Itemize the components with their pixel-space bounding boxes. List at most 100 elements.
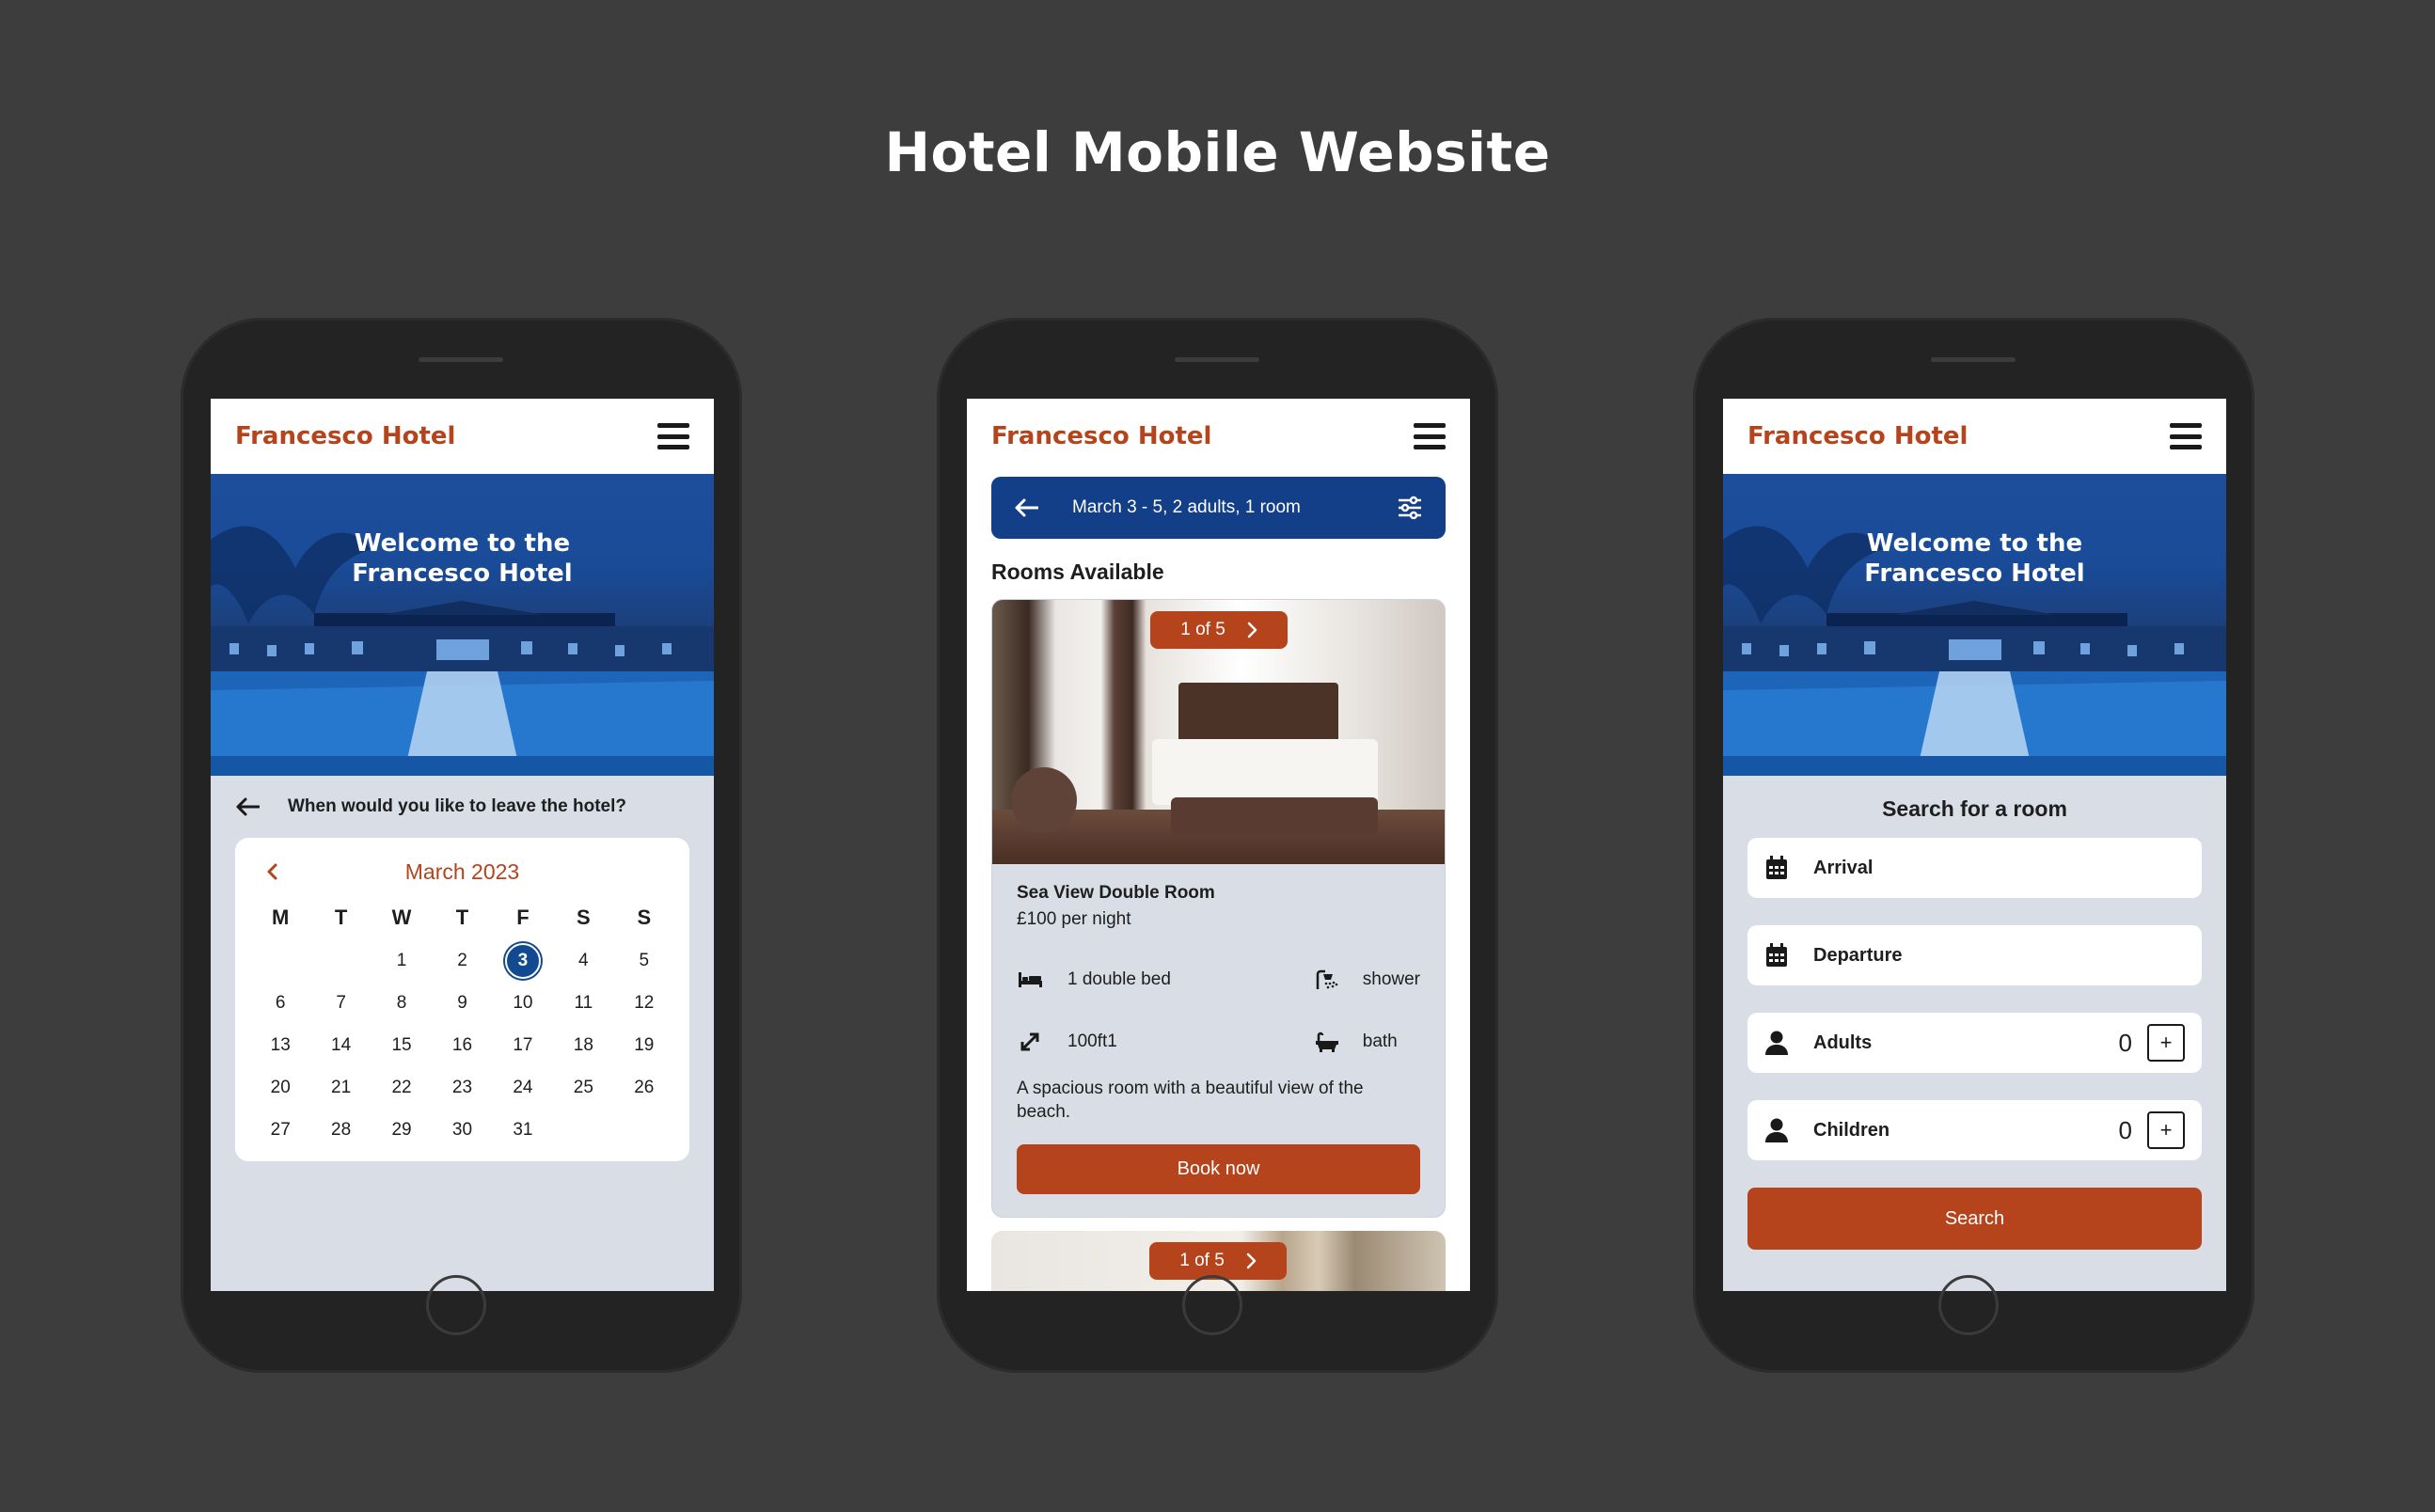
- weekday-header: S: [637, 906, 652, 929]
- hero-title: Welcome to the Francesco Hotel: [211, 528, 714, 589]
- brand-logo[interactable]: Francesco Hotel: [235, 422, 455, 450]
- calendar-day-label: 22: [391, 1077, 412, 1097]
- previous-month-chevron-icon[interactable]: [263, 862, 282, 881]
- calendar-day[interactable]: 27: [250, 1109, 310, 1151]
- hamburger-menu-icon[interactable]: [1414, 423, 1446, 449]
- chevron-right-icon[interactable]: [1245, 1252, 1257, 1269]
- back-arrow-icon[interactable]: [235, 797, 260, 816]
- app-header: Francesco Hotel: [967, 399, 1470, 474]
- calendar-day-label: 21: [331, 1077, 352, 1097]
- calendar-day-label: 10: [513, 992, 533, 1013]
- arrival-field[interactable]: Arrival: [1747, 838, 2202, 898]
- booking-summary-bar[interactable]: March 3 - 5, 2 adults, 1 room: [991, 477, 1446, 539]
- calendar-day[interactable]: 24: [493, 1066, 553, 1109]
- calendar-day-label: 17: [513, 1034, 533, 1055]
- arrival-label: Arrival: [1813, 857, 1874, 878]
- weekday-header: S: [577, 906, 591, 929]
- hero-title-line2: Francesco Hotel: [1864, 559, 2085, 588]
- calendar-day-selected[interactable]: 3: [493, 939, 553, 982]
- calendar-day[interactable]: 7: [310, 982, 371, 1024]
- amenity-bath-label: bath: [1362, 1032, 1398, 1051]
- adults-count: 0: [2118, 1028, 2132, 1057]
- room-photo: 1 of 5: [992, 600, 1445, 864]
- calendar-day-label: 28: [331, 1119, 352, 1140]
- expand-icon: [1020, 1032, 1039, 1051]
- calendar-day[interactable]: 15: [372, 1024, 432, 1066]
- departure-field[interactable]: Departure: [1747, 925, 2202, 985]
- brand-logo[interactable]: Francesco Hotel: [991, 422, 1211, 450]
- photo-pager[interactable]: 1 of 5: [1150, 611, 1288, 649]
- weekday-header: T: [334, 906, 348, 929]
- amenity-size-label: 100ft1: [1067, 1032, 1117, 1051]
- children-label: Children: [1813, 1119, 1890, 1141]
- calendar-day[interactable]: 28: [310, 1109, 371, 1151]
- calendar-day[interactable]: 13: [250, 1024, 310, 1066]
- calendar-day[interactable]: 11: [553, 982, 613, 1024]
- room-photo-bench: [1171, 797, 1378, 835]
- room-name: Sea View Double Room: [1017, 883, 1215, 903]
- calendar-blank-cell: [310, 939, 371, 982]
- photo-pager[interactable]: 1 of 5: [1149, 1242, 1287, 1280]
- calendar-day[interactable]: 14: [310, 1024, 371, 1066]
- phone-screen: Francesco Hotel Welcome to the Francesco…: [1723, 399, 2226, 1291]
- date-question: When would you like to leave the hotel?: [288, 796, 626, 816]
- home-button: [426, 1275, 486, 1335]
- calendar-day[interactable]: 22: [372, 1066, 432, 1109]
- calendar-day[interactable]: 4: [553, 939, 613, 982]
- phone-mockup-search: Francesco Hotel Welcome to the Francesco…: [1693, 318, 2254, 1373]
- calendar-day[interactable]: 10: [493, 982, 553, 1024]
- hamburger-menu-icon[interactable]: [657, 423, 689, 449]
- phone-mockup-calendar: Francesco Hotel Welcome to the Francesco…: [181, 318, 742, 1373]
- calendar-day[interactable]: 29: [372, 1109, 432, 1151]
- adults-label: Adults: [1813, 1032, 1873, 1053]
- calendar-icon: [1766, 856, 1787, 879]
- calendar-day[interactable]: 30: [432, 1109, 492, 1151]
- calendar-day[interactable]: 20: [250, 1066, 310, 1109]
- calendar-day[interactable]: 23: [432, 1066, 492, 1109]
- children-increment-button[interactable]: +: [2147, 1111, 2185, 1149]
- calendar-day[interactable]: 31: [493, 1109, 553, 1151]
- weekday-header: M: [272, 906, 290, 929]
- back-arrow-icon[interactable]: [1014, 497, 1038, 518]
- room-amenities: 1 double bed shower 100ft1 bath: [1017, 949, 1420, 1073]
- calendar-day[interactable]: 8: [372, 982, 432, 1024]
- book-now-button[interactable]: Book now: [1017, 1144, 1420, 1194]
- departure-label: Departure: [1813, 944, 1903, 966]
- calendar-day-label: 20: [270, 1077, 291, 1097]
- calendar-blank-cell: [250, 939, 310, 982]
- room-details: Sea View Double Room £100 per night 1 do…: [992, 864, 1445, 1217]
- calendar-day[interactable]: 6: [250, 982, 310, 1024]
- search-button[interactable]: Search: [1747, 1188, 2202, 1250]
- calendar-day[interactable]: 18: [553, 1024, 613, 1066]
- phone-speaker: [1931, 357, 2016, 362]
- chevron-right-icon[interactable]: [1246, 622, 1257, 638]
- hotel-pool-image: [1723, 526, 2226, 776]
- calendar-month: March 2023: [404, 858, 520, 884]
- amenity-bath: bath: [1314, 1011, 1420, 1073]
- calendar-day-label: 12: [634, 992, 655, 1013]
- calendar-day-label: 13: [270, 1034, 291, 1055]
- brand-logo[interactable]: Francesco Hotel: [1747, 422, 1968, 450]
- calendar-day[interactable]: 25: [553, 1066, 613, 1109]
- calendar-day[interactable]: 19: [614, 1024, 674, 1066]
- calendar-day-label: 26: [634, 1077, 655, 1097]
- calendar-day[interactable]: 1: [372, 939, 432, 982]
- calendar-day[interactable]: 26: [614, 1066, 674, 1109]
- calendar-day-label: 3: [504, 942, 541, 979]
- bed-icon: [1019, 972, 1042, 987]
- calendar-day[interactable]: 2: [432, 939, 492, 982]
- calendar-day[interactable]: 9: [432, 982, 492, 1024]
- adults-increment-button[interactable]: +: [2147, 1024, 2185, 1062]
- calendar-day[interactable]: 16: [432, 1024, 492, 1066]
- weekday-header: T: [455, 906, 469, 929]
- calendar-day[interactable]: 17: [493, 1024, 553, 1066]
- calendar-day-label: 29: [391, 1119, 412, 1140]
- calendar-day[interactable]: 5: [614, 939, 674, 982]
- calendar-day-label: 24: [513, 1077, 533, 1097]
- weekday-header: F: [516, 906, 530, 929]
- hamburger-menu-icon[interactable]: [2170, 423, 2202, 449]
- calendar-day[interactable]: 12: [614, 982, 674, 1024]
- weekday-header: W: [391, 906, 412, 929]
- calendar-day[interactable]: 21: [310, 1066, 371, 1109]
- filter-sliders-icon[interactable]: [1397, 496, 1423, 520]
